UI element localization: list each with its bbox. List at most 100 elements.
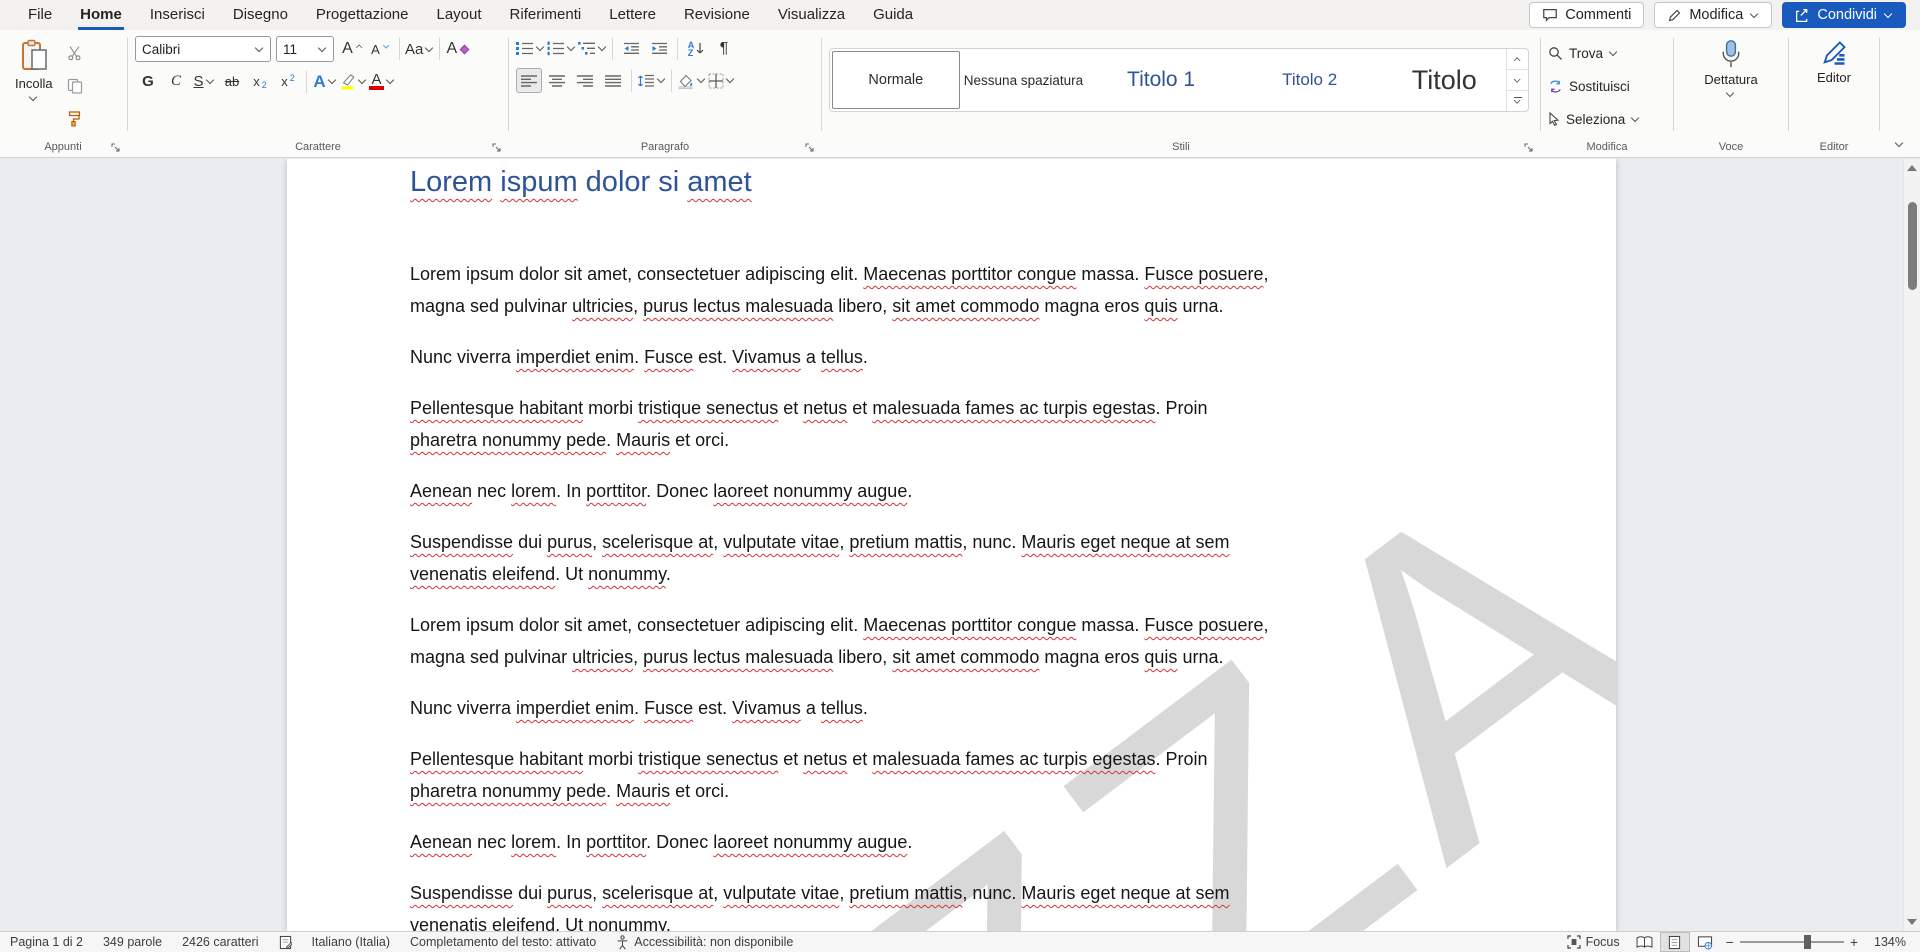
text-run[interactable]: . xyxy=(666,915,671,931)
text-run[interactable]: . xyxy=(666,564,671,584)
misspelled-text-run[interactable]: vulputate vitae xyxy=(723,883,839,903)
misspelled-text-run[interactable]: porttitor xyxy=(586,832,646,852)
zoom-level[interactable]: 134% xyxy=(1864,932,1920,952)
misspelled-text-run[interactable]: Maecenas porttitor congue xyxy=(863,615,1076,635)
misspelled-text-run[interactable]: lorem xyxy=(511,481,556,501)
text-line[interactable]: pharetra nonummy pede. Mauris et orci. xyxy=(410,775,1496,807)
paragraph[interactable]: Aenean nec lorem. In porttitor. Donec la… xyxy=(410,475,1496,507)
misspelled-text-run[interactable]: Pellentesque habitant xyxy=(410,398,583,418)
misspelled-text-run[interactable]: Pellentesque habitant xyxy=(410,749,583,769)
zoom-out-button[interactable]: − xyxy=(1720,934,1740,950)
misspelled-text-run[interactable]: Fusce posuere xyxy=(1144,615,1263,635)
sort-button[interactable]: A Z xyxy=(683,36,709,61)
style-normale[interactable]: Normale xyxy=(832,51,960,109)
text-run[interactable]: . xyxy=(907,481,912,501)
misspelled-text-run[interactable]: sit amet commodo xyxy=(892,296,1039,316)
paragraph[interactable]: Aenean nec lorem. In porttitor. Donec la… xyxy=(410,826,1496,858)
misspelled-text-run[interactable]: sit amet commodo xyxy=(892,647,1039,667)
text-line[interactable]: Suspendisse dui purus, scelerisque at, v… xyxy=(410,877,1496,909)
bold-button[interactable]: G xyxy=(135,69,161,94)
font-color-button[interactable]: A xyxy=(369,69,395,94)
text-run[interactable]: , xyxy=(839,883,849,903)
text-line[interactable]: Aenean nec lorem. In porttitor. Donec la… xyxy=(410,826,1496,858)
misspelled-text-run[interactable]: laoreet nonummy augue xyxy=(713,481,907,501)
style-nessuna-spaziatura[interactable]: Nessuna spaziatura xyxy=(962,49,1086,111)
misspelled-text-run[interactable]: Mauris xyxy=(616,430,670,450)
scroll-down-button[interactable] xyxy=(1907,919,1917,925)
cut-button[interactable] xyxy=(62,40,88,65)
text-run[interactable]: . Donec xyxy=(646,832,713,852)
increase-indent-button[interactable] xyxy=(646,36,672,61)
text-run[interactable]: a xyxy=(801,698,821,718)
misspelled-text-run[interactable]: Fusce xyxy=(644,698,693,718)
text-run[interactable]: dui xyxy=(513,532,547,552)
misspelled-text-run[interactable]: imperdiet enim xyxy=(516,347,634,367)
select-button[interactable]: Seleziona xyxy=(1548,106,1666,132)
text-run[interactable]: , xyxy=(713,883,723,903)
superscript-button[interactable]: x2 xyxy=(275,69,301,94)
misspelled-text-run[interactable]: ultricies xyxy=(572,647,633,667)
zoom-in-button[interactable]: + xyxy=(1844,934,1864,950)
misspelled-text-run[interactable]: Suspendisse xyxy=(410,883,513,903)
misspelled-text-run[interactable]: Aenean xyxy=(410,481,472,501)
paragraph[interactable]: Nunc viverra imperdiet enim. Fusce est. … xyxy=(410,341,1496,373)
tab-guida[interactable]: Guida xyxy=(859,1,927,30)
multilevel-list-button[interactable] xyxy=(578,36,607,61)
show-paragraph-marks-button[interactable]: ¶ xyxy=(711,36,737,61)
styles-dialog-launcher[interactable] xyxy=(1524,143,1534,153)
text-run[interactable]: , xyxy=(633,647,643,667)
text-run[interactable]: et orci. xyxy=(670,781,729,801)
misspelled-text-run[interactable]: pretium mattis xyxy=(849,883,962,903)
tab-home[interactable]: Home xyxy=(66,1,136,30)
line-spacing-button[interactable] xyxy=(637,68,666,93)
text-run[interactable]: magna eros xyxy=(1039,296,1144,316)
paragraph[interactable]: Pellentesque habitant morbi tristique se… xyxy=(410,392,1496,456)
document-heading[interactable]: Lorem ispum dolor si amet xyxy=(410,161,1496,203)
text-run[interactable]: et xyxy=(778,749,803,769)
comments-button[interactable]: Commenti xyxy=(1529,2,1644,28)
text-run[interactable]: , xyxy=(592,883,602,903)
text-line[interactable]: venenatis eleifend. Ut nonummy. xyxy=(410,558,1496,590)
misspelled-text-run[interactable]: Fusce xyxy=(644,347,693,367)
misspelled-text-run[interactable]: pretium mattis xyxy=(849,532,962,552)
paragraph[interactable]: Pellentesque habitant morbi tristique se… xyxy=(410,743,1496,807)
text-run[interactable]: . xyxy=(907,832,912,852)
text-run[interactable]: , xyxy=(713,532,723,552)
grow-font-button[interactable]: A xyxy=(340,37,366,62)
text-prediction-indicator[interactable]: Completamento del testo: attivato xyxy=(400,932,606,952)
misspelled-text-run[interactable]: pharetra nonummy pede xyxy=(410,430,606,450)
misspelled-text-run[interactable]: Lorem xyxy=(410,166,492,198)
paragraph[interactable]: Lorem ipsum dolor sit amet, consectetuer… xyxy=(410,258,1496,322)
web-layout-button[interactable] xyxy=(1690,932,1720,952)
text-run[interactable]: nec xyxy=(472,832,511,852)
text-run[interactable]: Nunc viverra xyxy=(410,698,516,718)
text-run[interactable]: est. xyxy=(693,347,732,367)
vertical-scrollbar[interactable] xyxy=(1903,159,1920,931)
text-run[interactable]: massa. xyxy=(1076,615,1144,635)
misspelled-text-run[interactable]: Vivamus xyxy=(732,698,801,718)
text-line[interactable]: venenatis eleifend. Ut nonummy. xyxy=(410,909,1496,931)
text-line[interactable]: Nunc viverra imperdiet enim. Fusce est. … xyxy=(410,692,1496,724)
proofing-status-button[interactable] xyxy=(269,932,302,952)
misspelled-text-run[interactable]: lorem xyxy=(511,832,556,852)
share-button[interactable]: Condividi xyxy=(1782,2,1906,28)
text-line[interactable]: magna sed pulvinar ultricies, purus lect… xyxy=(410,641,1496,673)
text-line[interactable]: Suspendisse dui purus, scelerisque at, v… xyxy=(410,526,1496,558)
misspelled-text-run[interactable]: Maecenas porttitor congue xyxy=(863,264,1076,284)
misspelled-text-run[interactable]: purus lectus malesuada xyxy=(643,647,833,667)
decrease-indent-button[interactable] xyxy=(618,36,644,61)
misspelled-text-run[interactable]: ultricies xyxy=(572,296,633,316)
tab-file[interactable]: File xyxy=(14,1,66,30)
text-run[interactable]: , xyxy=(633,296,643,316)
text-run[interactable]: . Proin xyxy=(1155,749,1207,769)
align-center-button[interactable] xyxy=(544,68,570,93)
text-run[interactable]: Lorem ipsum dolor sit amet, consectetuer… xyxy=(410,264,863,284)
highlight-button[interactable] xyxy=(340,69,367,94)
text-line[interactable]: pharetra nonummy pede. Mauris et orci. xyxy=(410,424,1496,456)
misspelled-text-run[interactable]: Mauris eget neque at sem xyxy=(1021,883,1229,903)
misspelled-text-run[interactable]: venenatis eleifend xyxy=(410,915,555,931)
text-run[interactable]: et orci. xyxy=(670,430,729,450)
text-run[interactable]: morbi xyxy=(583,398,638,418)
replace-button[interactable]: Sostituisci xyxy=(1548,73,1666,99)
text-run[interactable]: . Proin xyxy=(1155,398,1207,418)
